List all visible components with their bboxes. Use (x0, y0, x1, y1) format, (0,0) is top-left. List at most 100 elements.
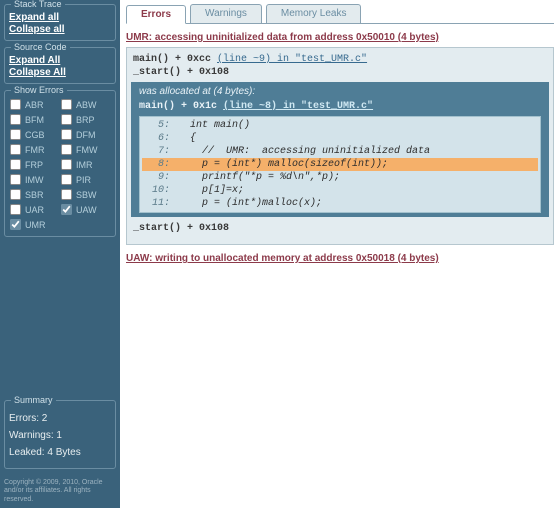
code-line: 11: p = (int*)malloc(x); (142, 197, 538, 210)
line-text: p = (int*) malloc(sizeof(int)); (178, 158, 388, 171)
summary-leaked: Leaked: 4 Bytes (9, 447, 111, 458)
stack-frame: main() + 0xcc (line ~9) in "test_UMR.c" (133, 54, 547, 65)
stack-location-link[interactable]: (line ~8) in "test_UMR.c" (223, 101, 373, 112)
filter-list: ABR ABW BFM BRP CGB DFM FMR FMW FRP IMR IMW PIR SBR S… (9, 97, 111, 232)
filter-abw[interactable]: ABW (60, 98, 111, 111)
umr-title-link[interactable]: UMR: accessing uninitialized data from a… (126, 32, 439, 43)
show-errors-legend: Show Errors (11, 85, 67, 95)
filter-label: FRP (25, 160, 43, 170)
filter-label: DFM (76, 130, 96, 140)
filter-imr[interactable]: IMR (60, 158, 111, 171)
filter-label: IMR (76, 160, 93, 170)
tabs: Errors Warnings Memory Leaks (126, 4, 554, 24)
filter-label: FMW (76, 145, 98, 155)
uaw-title: UAW: writing to unallocated memory at ad… (126, 253, 554, 264)
summary-warnings: Warnings: 1 (9, 430, 111, 441)
filter-checkbox-bfm[interactable] (10, 114, 21, 125)
stack-trace-panel: Stack Trace Expand all Collapse all (4, 4, 116, 41)
line-text: p = (int*)malloc(x); (178, 197, 322, 210)
line-number: 10: (142, 184, 178, 197)
filter-label: PIR (76, 175, 91, 185)
filter-checkbox-brp[interactable] (61, 114, 72, 125)
filter-label: SBR (25, 190, 44, 200)
line-number: 9: (142, 171, 178, 184)
allocation-message: was allocated at (4 bytes): (139, 86, 541, 97)
collapse-all-link[interactable]: Collapse all (9, 24, 111, 35)
filter-checkbox-abr[interactable] (10, 99, 21, 110)
show-errors-panel: Show Errors ABRABWBFMBRPCGBDFMFMRFMWFRPI… (4, 90, 116, 237)
stack-func: main() + 0x1c (139, 101, 217, 112)
filter-checkbox-fmw[interactable] (61, 144, 72, 155)
line-number: 7: (142, 145, 178, 158)
filter-label: BRP (76, 115, 95, 125)
code-line: 9: printf("*p = %d\n",*p); (142, 171, 538, 184)
filter-pir[interactable]: PIR (60, 173, 111, 186)
expand-all-src-link[interactable]: Expand All (9, 55, 111, 66)
sidebar: Stack Trace Expand all Collapse all Sour… (0, 0, 120, 508)
filter-checkbox-frp[interactable] (10, 159, 21, 170)
filter-frp[interactable]: FRP (9, 158, 60, 171)
filter-bfm[interactable]: BFM (9, 113, 60, 126)
source-code-legend: Source Code (11, 42, 70, 52)
umr-box: main() + 0xcc (line ~9) in "test_UMR.c" … (126, 47, 554, 245)
filter-checkbox-fmr[interactable] (10, 144, 21, 155)
tab-warnings[interactable]: Warnings (190, 4, 262, 23)
stack-func: main() + 0xcc (133, 54, 211, 65)
filter-label: ABR (25, 100, 44, 110)
filter-checkbox-pir[interactable] (61, 174, 72, 185)
filter-umr[interactable]: UMR (9, 218, 60, 231)
line-text: int main() (178, 119, 250, 132)
filter-abr[interactable]: ABR (9, 98, 60, 111)
line-text: // UMR: accessing uninitialized data (178, 145, 430, 158)
code-line: 10: p[1]=x; (142, 184, 538, 197)
filter-fmr[interactable]: FMR (9, 143, 60, 156)
code-line: 7: // UMR: accessing uninitialized data (142, 145, 538, 158)
tab-memory-leaks[interactable]: Memory Leaks (266, 4, 362, 23)
filter-checkbox-cgb[interactable] (10, 129, 21, 140)
filter-imw[interactable]: IMW (9, 173, 60, 186)
allocation-stack-frame: main() + 0x1c (line ~8) in "test_UMR.c" (139, 101, 541, 112)
filter-uar[interactable]: UAR (9, 203, 60, 216)
filter-uaw[interactable]: UAW (60, 203, 111, 216)
filter-checkbox-abw[interactable] (61, 99, 72, 110)
filter-label: UMR (25, 220, 46, 230)
code-line: 6: { (142, 132, 538, 145)
summary-errors: Errors: 2 (9, 413, 111, 424)
stack-frame: _start() + 0x108 (133, 223, 547, 234)
filter-label: SBW (76, 190, 97, 200)
filter-checkbox-uaw[interactable] (61, 204, 72, 215)
line-text: printf("*p = %d\n",*p); (178, 171, 340, 184)
filter-checkbox-sbw[interactable] (61, 189, 72, 200)
filter-label: ABW (76, 100, 97, 110)
expand-all-link[interactable]: Expand all (9, 12, 111, 23)
filter-checkbox-imr[interactable] (61, 159, 72, 170)
filter-dfm[interactable]: DFM (60, 128, 111, 141)
filter-label: CGB (25, 130, 45, 140)
copyright: Copyright © 2009, 2010, Oracle and/or it… (4, 479, 116, 504)
filter-sbw[interactable]: SBW (60, 188, 111, 201)
filter-sbr[interactable]: SBR (9, 188, 60, 201)
filter-brp[interactable]: BRP (60, 113, 111, 126)
code-line: 8: p = (int*) malloc(sizeof(int)); (142, 158, 538, 171)
summary-panel: Summary Errors: 2 Warnings: 1 Leaked: 4 … (4, 400, 116, 469)
stack-frame: _start() + 0x108 (133, 67, 547, 78)
tab-errors[interactable]: Errors (126, 5, 186, 24)
filter-cgb[interactable]: CGB (9, 128, 60, 141)
line-number: 8: (142, 158, 178, 171)
stack-location-link[interactable]: (line ~9) in "test_UMR.c" (217, 54, 367, 65)
filter-checkbox-uar[interactable] (10, 204, 21, 215)
filter-label: UAW (76, 205, 97, 215)
uaw-title-link[interactable]: UAW: writing to unallocated memory at ad… (126, 253, 439, 264)
filter-checkbox-imw[interactable] (10, 174, 21, 185)
allocation-block: was allocated at (4 bytes): main() + 0x1… (131, 82, 549, 217)
line-number: 5: (142, 119, 178, 132)
filter-fmw[interactable]: FMW (60, 143, 111, 156)
stack-trace-legend: Stack Trace (11, 0, 65, 9)
filter-checkbox-dfm[interactable] (61, 129, 72, 140)
collapse-all-src-link[interactable]: Collapse All (9, 67, 111, 78)
filter-checkbox-sbr[interactable] (10, 189, 21, 200)
filter-checkbox-umr[interactable] (10, 219, 21, 230)
source-code-block: 5: int main()6: {7: // UMR: accessing un… (139, 116, 541, 213)
filter-label: FMR (25, 145, 45, 155)
filter-label: UAR (25, 205, 44, 215)
